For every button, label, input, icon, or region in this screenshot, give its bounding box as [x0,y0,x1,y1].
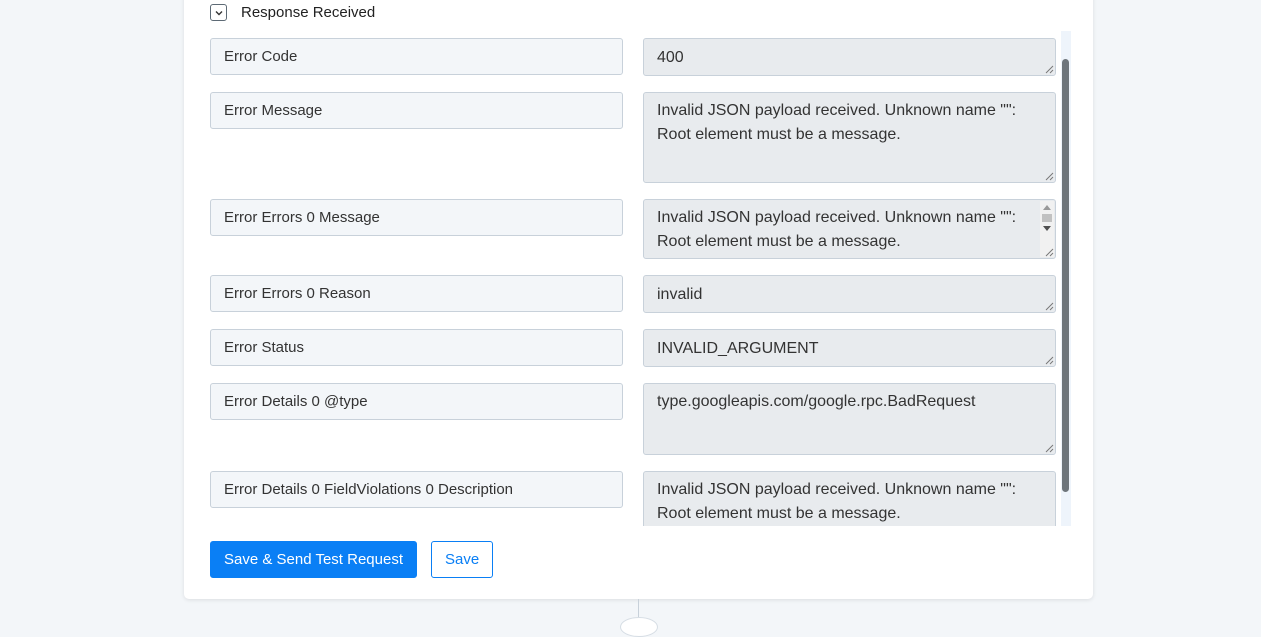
field-value[interactable]: 400 [643,38,1056,76]
field-value[interactable]: invalid [643,275,1056,313]
section-title: Response Received [241,4,376,21]
resize-grip-icon[interactable] [1045,248,1054,257]
field-value[interactable]: Invalid JSON payload received. Unknown n… [643,92,1056,183]
field-label: Error Errors 0 Message [210,199,623,236]
textarea-scroll-thumb[interactable] [1042,214,1052,222]
resize-grip-icon[interactable] [1045,172,1054,181]
section-header: Response Received [210,4,375,21]
action-buttons: Save & Send Test Request Save [210,541,494,578]
flow-connector-node[interactable] [620,617,658,637]
resize-grip-icon[interactable] [1045,444,1054,453]
field-value-text: Invalid JSON payload received. Unknown n… [657,481,1017,522]
chevron-down-icon [215,10,222,15]
scroll-up-arrow-icon[interactable] [1043,205,1051,210]
field-label: Error Details 0 @type [210,383,623,420]
field-value-text: 400 [657,49,684,66]
field-value-text: type.googleapis.com/google.rpc.BadReques… [657,393,976,410]
field-label: Error Status [210,329,623,366]
field-value[interactable]: Invalid JSON payload received. Unknown n… [643,471,1056,526]
save-send-test-button[interactable]: Save & Send Test Request [210,541,418,578]
field-label: Error Details 0 FieldViolations 0 Descri… [210,471,623,508]
resize-grip-icon[interactable] [1045,65,1054,74]
field-value[interactable]: Invalid JSON payload received. Unknown n… [643,199,1056,259]
fields-scroll-thumb[interactable] [1062,59,1069,492]
response-card: Response Received Error Code 400 Error M… [184,0,1093,599]
resize-grip-icon[interactable] [1045,356,1054,365]
field-label: Error Message [210,92,623,129]
fields-scroll-area[interactable]: Error Code 400 Error Message Invalid JSO… [210,31,1070,526]
field-value[interactable]: type.googleapis.com/google.rpc.BadReques… [643,383,1056,455]
field-value-text: Invalid JSON payload received. Unknown n… [657,102,1017,143]
fields-scrollbar[interactable] [1061,31,1071,526]
field-value[interactable]: INVALID_ARGUMENT [643,329,1056,367]
save-button[interactable]: Save [431,541,494,578]
field-label: Error Errors 0 Reason [210,275,623,312]
resize-grip-icon[interactable] [1045,302,1054,311]
collapse-toggle[interactable] [210,4,227,21]
field-value-text: invalid [657,286,703,303]
field-value-text: INVALID_ARGUMENT [657,340,819,357]
field-label: Error Code [210,38,623,75]
scroll-down-arrow-icon[interactable] [1043,226,1051,231]
field-value-text: Invalid JSON payload received. Unknown n… [657,209,1017,250]
